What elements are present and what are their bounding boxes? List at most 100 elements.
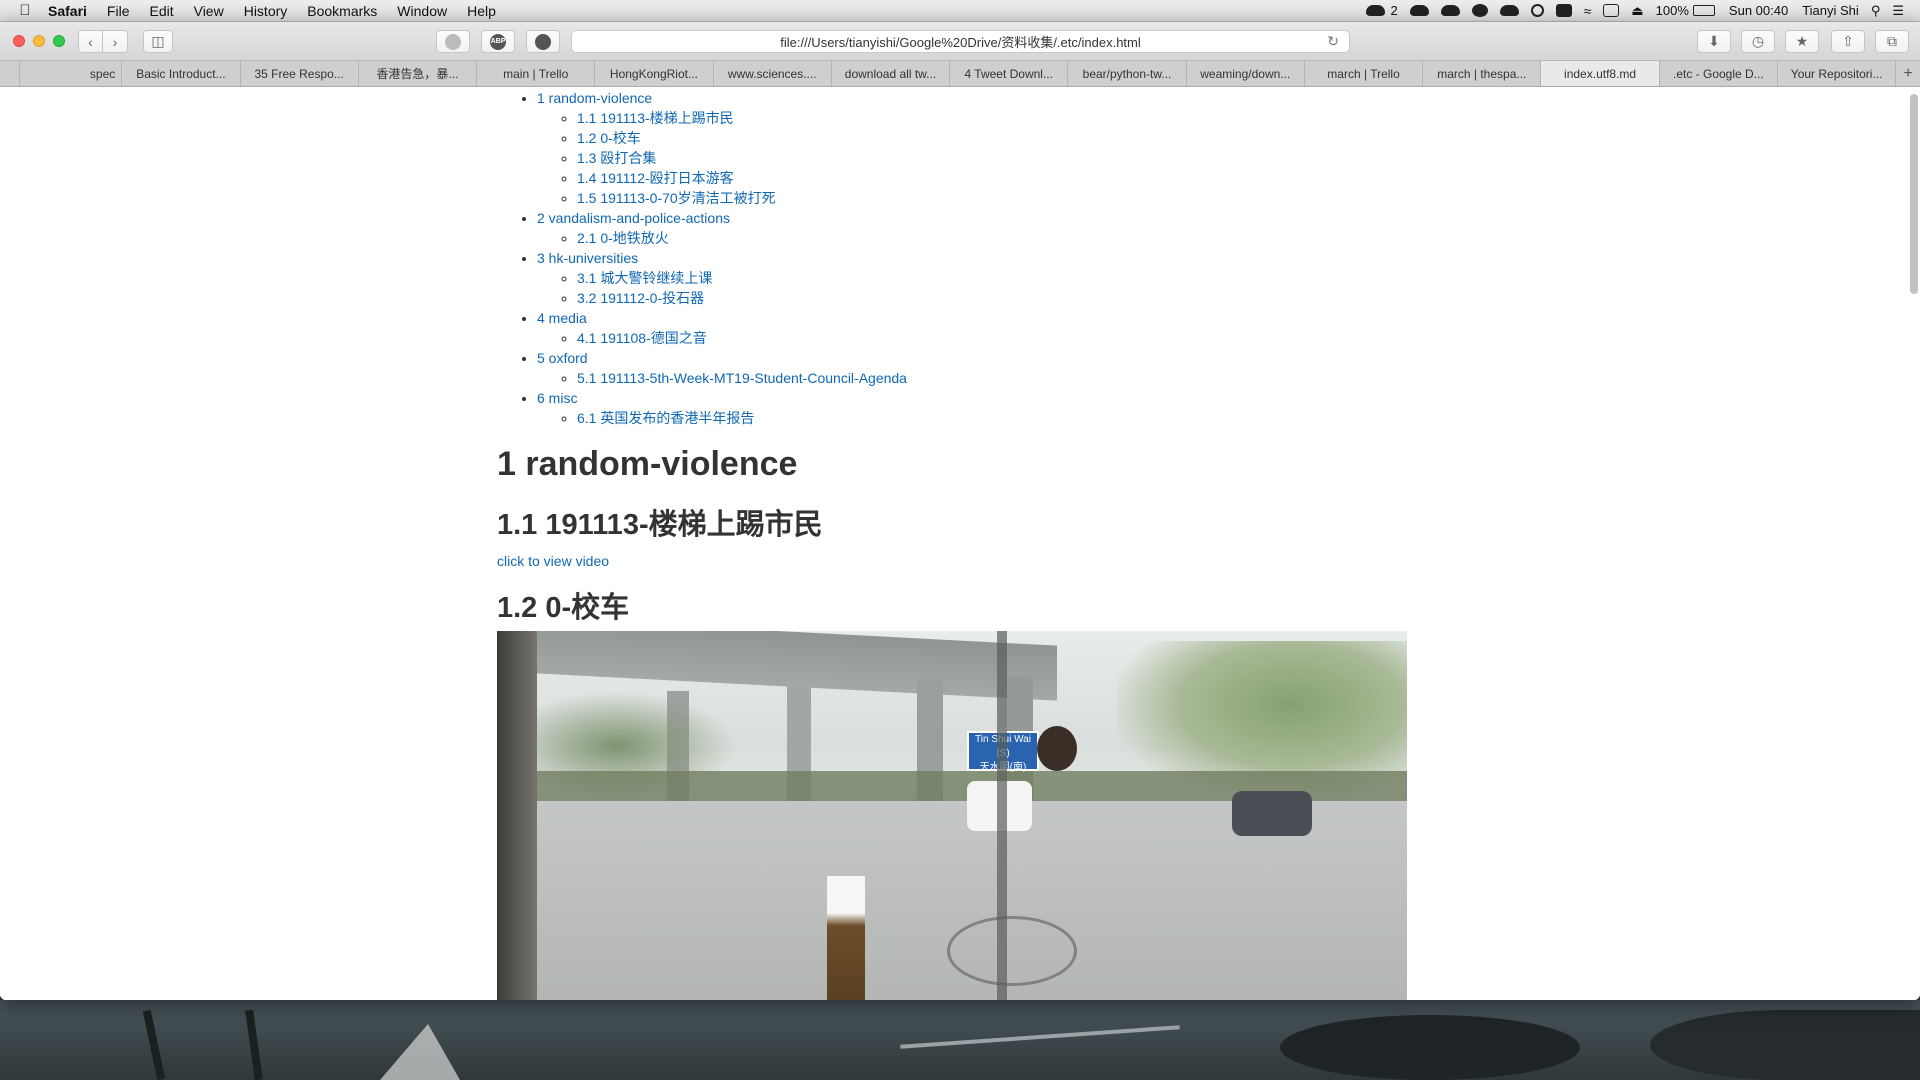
toc-link[interactable]: 2.1 0-地铁放火 — [577, 230, 669, 246]
tab-item[interactable]: Basic Introduct... — [122, 61, 241, 86]
toc-subsection: 1.4 191112-殴打日本游客 — [577, 168, 907, 188]
tab-item[interactable]: march | thespa... — [1423, 61, 1542, 86]
star-icon: ★ — [1795, 33, 1809, 49]
adblock-button[interactable]: ABP — [481, 30, 515, 53]
toc-link[interactable]: 6.1 英国发布的香港半年报告 — [577, 410, 754, 426]
toc-link[interactable]: 2 vandalism-and-police-actions — [537, 210, 730, 226]
menu-bookmarks[interactable]: Bookmarks — [297, 0, 387, 22]
battery-status[interactable]: 100% — [1650, 0, 1721, 22]
spotlight-icon[interactable]: ⚲ — [1865, 0, 1887, 22]
new-tab-button[interactable]: + — [1896, 61, 1920, 86]
toc-subsection: 3.1 城大警铃继续上课 — [577, 268, 907, 288]
view-video-link[interactable]: click to view video — [497, 553, 609, 569]
bookmark-button[interactable]: ★ — [1785, 30, 1819, 53]
tab-item[interactable]: bear/python-tw... — [1068, 61, 1187, 86]
input-method-status[interactable] — [1597, 4, 1625, 17]
minimize-window-button[interactable] — [33, 35, 45, 47]
toc-link[interactable]: 1.5 191113-0-70岁清洁工被打死 — [577, 190, 776, 206]
downloads-button[interactable]: ⬇ — [1697, 30, 1731, 53]
subsection-heading: 1.1 191113-楼梯上踢市民 — [497, 509, 823, 541]
history-button[interactable]: ◷ — [1741, 30, 1775, 53]
tab-overview-button[interactable]: ⧉ — [1875, 30, 1909, 53]
tabs-icon: ⧉ — [1887, 33, 1897, 49]
back-button[interactable]: ‹ — [78, 30, 103, 53]
user-name[interactable]: Tianyi Shi — [1796, 0, 1865, 22]
browser-toolbar: ‹ › ◫ ABP file:///Users/tianyishi/Google… — [0, 22, 1920, 61]
menu-view[interactable]: View — [184, 0, 234, 22]
adblock-icon: ABP — [490, 33, 506, 50]
menu-window[interactable]: Window — [387, 0, 457, 22]
eject-status[interactable]: ⏏ — [1625, 0, 1649, 22]
menu-app-name[interactable]: Safari — [38, 0, 97, 22]
toc-link[interactable]: 5 oxford — [537, 350, 588, 366]
cloud-upload-status[interactable] — [1404, 5, 1435, 16]
toc-link[interactable]: 3.1 城大警铃继续上课 — [577, 270, 712, 286]
input-method-icon — [1603, 4, 1620, 17]
tab-item[interactable]: 4 Tweet Downl... — [950, 61, 1069, 86]
school-bus-photo: Tin Shui Wai (S) 天水圍(南) — [497, 631, 1407, 1000]
reload-icon[interactable]: ↻ — [1327, 33, 1339, 50]
maximize-window-button[interactable] — [53, 35, 65, 47]
tab-item[interactable]: .etc - Google D... — [1660, 61, 1778, 86]
wifi-status[interactable]: ≈ — [1578, 0, 1598, 22]
tab-item[interactable]: Your Repositori... — [1778, 61, 1897, 86]
wechat-icon — [1366, 5, 1386, 16]
menu-file[interactable]: File — [97, 0, 140, 22]
toc-link[interactable]: 1.2 0-校车 — [577, 130, 641, 146]
tab-item-active[interactable]: index.utf8.md — [1541, 61, 1660, 86]
timer-status[interactable] — [1525, 4, 1550, 17]
page-content: 1 random-violence 1.1 191113-楼梯上踢市民 1.2 … — [0, 88, 1920, 1000]
menu-edit[interactable]: Edit — [139, 0, 183, 22]
share-button[interactable]: ⇧ — [1831, 30, 1865, 53]
sync-status[interactable] — [1466, 4, 1494, 17]
chevron-left-icon: ‹ — [88, 33, 93, 50]
sync-icon — [1471, 4, 1488, 17]
toc-subsection: 5.1 191113-5th-Week-MT19-Student-Council… — [577, 368, 907, 388]
sidebar-button[interactable]: ◫ — [143, 30, 173, 53]
cloud-upload-icon — [1409, 5, 1429, 16]
toc-link[interactable]: 4.1 191108-德国之音 — [577, 330, 707, 346]
notification-center-icon[interactable]: ☰ — [1886, 0, 1910, 22]
menu-help[interactable]: Help — [457, 0, 506, 22]
toc-link[interactable]: 1.4 191112-殴打日本游客 — [577, 170, 734, 186]
address-bar[interactable]: file:///Users/tianyishi/Google%20Drive/资… — [571, 30, 1350, 53]
tab-item[interactable]: HongKongRiot... — [595, 61, 714, 86]
toc-link[interactable]: 1 random-violence — [537, 90, 652, 106]
cloud-status[interactable] — [1435, 5, 1466, 16]
url-text: file:///Users/tianyishi/Google%20Drive/资… — [780, 35, 1141, 50]
hat-status[interactable] — [1494, 5, 1525, 16]
tab-item[interactable]: march | Trello — [1305, 61, 1424, 86]
toc-section: 4 media 4.1 191108-德国之音 — [537, 308, 907, 348]
tab-item[interactable]: download all tw... — [832, 61, 951, 86]
close-window-button[interactable] — [13, 35, 25, 47]
toc-subsection: 2.1 0-地铁放火 — [577, 228, 907, 248]
toc-link[interactable]: 4 media — [537, 310, 587, 326]
toc-section: 2 vandalism-and-police-actions 2.1 0-地铁放… — [537, 208, 907, 248]
memory-status[interactable] — [1550, 4, 1578, 17]
extension-button[interactable] — [526, 30, 560, 53]
menu-history[interactable]: History — [234, 0, 298, 22]
toc-link[interactable]: 5.1 191113-5th-Week-MT19-Student-Council… — [577, 370, 907, 386]
wechat-status[interactable]: 2 — [1360, 0, 1403, 22]
battery-icon — [1692, 5, 1715, 16]
page-scrollbar[interactable] — [1910, 94, 1918, 294]
plus-icon: + — [1903, 64, 1913, 82]
memory-icon — [1555, 4, 1572, 17]
toc-link[interactable]: 3 hk-universities — [537, 250, 638, 266]
tab-item[interactable]: 香港告急，暴... — [359, 61, 478, 86]
forward-button[interactable]: › — [103, 30, 128, 53]
toc-link[interactable]: 1.1 191113-楼梯上踢市民 — [577, 110, 734, 126]
tab-item[interactable]: 35 Free Respo... — [241, 61, 359, 86]
tab-item[interactable]: main | Trello — [477, 61, 596, 86]
clock[interactable]: Sun 00:40 — [1721, 0, 1796, 22]
chevron-right-icon: › — [112, 33, 118, 50]
apple-icon[interactable]:  — [12, 2, 38, 19]
tab-item[interactable]: weaming/down... — [1187, 61, 1305, 86]
extension-gear-button[interactable] — [436, 30, 470, 53]
toc-link[interactable]: 3.2 191112-0-投石器 — [577, 290, 704, 306]
tab-item[interactable]: www.sciences.... — [714, 61, 832, 86]
tab-item[interactable]: spec — [20, 61, 123, 86]
gear-icon — [445, 33, 461, 50]
toc-link[interactable]: 6 misc — [537, 390, 577, 406]
toc-link[interactable]: 1.3 殴打合集 — [577, 150, 656, 166]
